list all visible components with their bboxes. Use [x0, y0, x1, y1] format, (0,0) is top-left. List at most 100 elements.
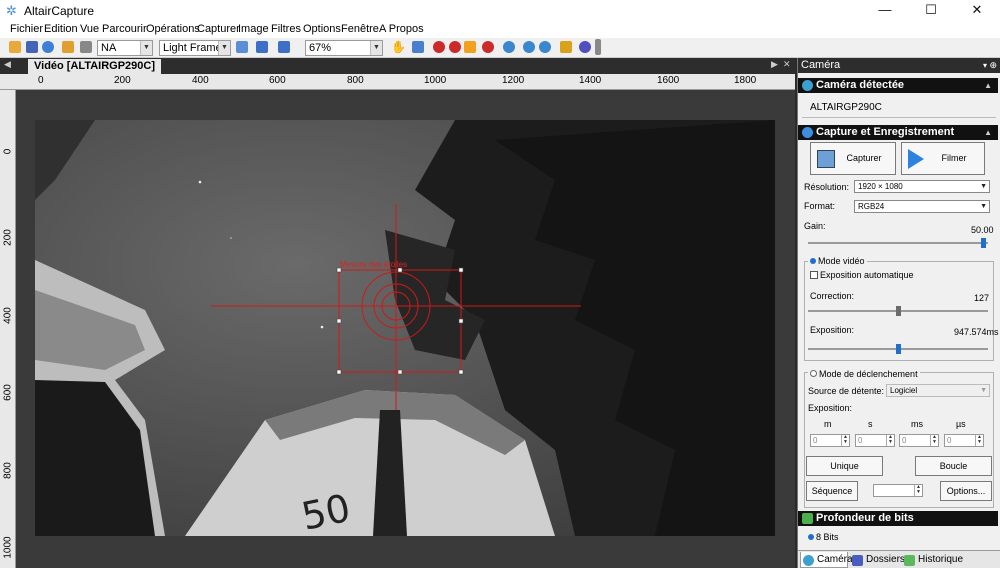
- trigger-mode-legend[interactable]: Mode de déclenchement: [808, 369, 920, 379]
- save-icon[interactable]: [26, 41, 38, 53]
- options-button[interactable]: Options...: [940, 481, 992, 501]
- microseconds-value: 0: [947, 436, 952, 445]
- crosshair-icon[interactable]: [449, 41, 461, 53]
- capture-header[interactable]: Capture et Enregistrement ▲: [798, 125, 998, 140]
- settings-icon[interactable]: [560, 41, 572, 53]
- tab-camera[interactable]: Caméra: [800, 552, 853, 568]
- bit-depth-option[interactable]: 8 Bits: [808, 532, 839, 542]
- ruler-h-label: 1200: [502, 75, 525, 86]
- checkbox-icon: [810, 271, 818, 279]
- video-frame[interactable]: 50 Mesure des étoiles: [35, 120, 775, 536]
- frame-type-value: Light Frame: [163, 42, 222, 54]
- tab-folders[interactable]: Dossiers: [850, 552, 905, 568]
- menu-options[interactable]: Options: [303, 23, 341, 35]
- menu-edition[interactable]: Edition: [44, 23, 78, 35]
- microseconds-spinner[interactable]: 0 ▲ ▼: [944, 434, 984, 447]
- seconds-spinner[interactable]: 0 ▲ ▼: [855, 434, 895, 447]
- menu-a-propos[interactable]: A Propos: [379, 23, 424, 35]
- tab-history[interactable]: Historique: [902, 552, 963, 568]
- title-bar: ✲ AltairCapture — ☐ ✕: [0, 0, 1000, 22]
- menu-operations[interactable]: Opérations: [146, 23, 200, 35]
- format-value: RGB24: [858, 202, 885, 211]
- panel-close-icon[interactable]: ⊕: [989, 58, 997, 73]
- detected-camera-header[interactable]: Caméra détectée ▲: [798, 78, 998, 93]
- unique-button[interactable]: Unique: [806, 456, 883, 476]
- gain-slider[interactable]: [808, 238, 988, 248]
- radio-selected-icon: [808, 534, 814, 540]
- camera-settings-icon[interactable]: [80, 41, 92, 53]
- menu-bar: Fichier Edition Vue Parcourir Opérations…: [0, 22, 1000, 38]
- spinner-arrows-icon[interactable]: ▲ ▼: [841, 435, 849, 446]
- collapse-icon[interactable]: ▲: [984, 125, 992, 140]
- milliseconds-spinner[interactable]: 0 ▲ ▼: [899, 434, 939, 447]
- filter-wheel-icon[interactable]: [579, 41, 591, 53]
- spinner-arrows-icon[interactable]: ▲ ▼: [930, 435, 938, 446]
- zoom-select[interactable]: 67% ▼: [305, 40, 383, 56]
- hand-icon[interactable]: ✋: [391, 41, 406, 53]
- maximize-button[interactable]: ☐: [908, 0, 954, 22]
- na-select[interactable]: NA ▼: [97, 40, 153, 56]
- correction-slider-thumb[interactable]: [896, 306, 901, 316]
- spinner-arrows-icon[interactable]: ▲ ▼: [914, 485, 922, 496]
- collapse-icon[interactable]: ▲: [984, 78, 992, 93]
- menu-fenetre[interactable]: Fenêtre: [341, 23, 379, 35]
- trigger-source-select[interactable]: Logiciel ▼: [886, 384, 990, 397]
- menu-capturer[interactable]: Capturer: [197, 23, 240, 35]
- video-frame-image: 50: [35, 120, 775, 536]
- back-icon[interactable]: [523, 41, 535, 53]
- film-button[interactable]: Filmer: [901, 142, 985, 175]
- frame-type-select[interactable]: Light Frame ▼: [159, 40, 231, 56]
- chevron-down-icon: ▼: [980, 387, 987, 394]
- format-select[interactable]: RGB24 ▼: [854, 200, 990, 213]
- exposure-slider-thumb[interactable]: [896, 344, 901, 354]
- spinner-arrows-icon[interactable]: ▲ ▼: [975, 435, 983, 446]
- sequence-count-spinner[interactable]: ▲ ▼: [873, 484, 923, 497]
- record-icon[interactable]: [278, 41, 290, 53]
- auto-exposure-label: Exposition automatique: [820, 270, 914, 280]
- pause-icon[interactable]: [256, 41, 268, 53]
- close-button[interactable]: ✕: [954, 0, 1000, 22]
- history-icon: [904, 555, 915, 566]
- ruler-v-label: 0: [2, 148, 14, 155]
- bit-depth-header[interactable]: Profondeur de bits: [798, 511, 998, 526]
- auto-exposure-checkbox[interactable]: Exposition automatique: [810, 270, 914, 280]
- document-tab[interactable]: Vidéo [ALTAIRGP290C]: [28, 59, 162, 74]
- tab-scroll-left-icon[interactable]: ◀: [4, 59, 11, 70]
- gain-slider-thumb[interactable]: [981, 238, 986, 248]
- menu-filtres[interactable]: Filtres: [271, 23, 301, 35]
- pin-icon[interactable]: ▾: [983, 58, 987, 73]
- folder-icon[interactable]: [62, 41, 74, 53]
- target-icon[interactable]: [433, 41, 445, 53]
- fit-icon[interactable]: [412, 41, 424, 53]
- sequence-button[interactable]: Séquence: [806, 481, 858, 501]
- correction-slider[interactable]: [808, 306, 988, 316]
- menu-vue[interactable]: Vue: [80, 23, 99, 35]
- ruler-h-label: 1400: [579, 75, 602, 86]
- open-icon[interactable]: [9, 41, 21, 53]
- exposure-slider[interactable]: [808, 344, 988, 354]
- star-measure-icon[interactable]: [464, 41, 476, 53]
- refresh-icon[interactable]: [42, 41, 54, 53]
- spinner-arrows-icon[interactable]: ▲ ▼: [886, 435, 894, 446]
- resolution-select[interactable]: 1920 × 1080 ▼: [854, 180, 990, 193]
- video-mode-legend[interactable]: Mode vidéo: [808, 256, 867, 266]
- trigger-source-value: Logiciel: [890, 386, 918, 395]
- video-mode-label: Mode vidéo: [818, 256, 865, 266]
- menu-fichier[interactable]: Fichier: [10, 23, 43, 35]
- camera-icon: [802, 80, 813, 91]
- zoom-value: 67%: [309, 42, 332, 54]
- forward-icon[interactable]: [539, 41, 551, 53]
- loop-button[interactable]: Boucle: [915, 456, 992, 476]
- play-icon[interactable]: [236, 41, 248, 53]
- tab-scroll-right-icon[interactable]: ▶: [771, 59, 778, 70]
- gear-icon[interactable]: [503, 41, 515, 53]
- menu-parcourir[interactable]: Parcourir: [102, 23, 147, 35]
- capture-button[interactable]: Capturer: [810, 142, 896, 175]
- reticle-icon[interactable]: [482, 41, 494, 53]
- minutes-spinner[interactable]: 0 ▲ ▼: [810, 434, 850, 447]
- gain-value: 50.00: [971, 225, 994, 235]
- menu-image[interactable]: Image: [238, 23, 269, 35]
- document-close-icon[interactable]: ✕: [783, 59, 791, 70]
- minimize-button[interactable]: —: [862, 0, 908, 22]
- tab-history-label: Historique: [918, 554, 964, 565]
